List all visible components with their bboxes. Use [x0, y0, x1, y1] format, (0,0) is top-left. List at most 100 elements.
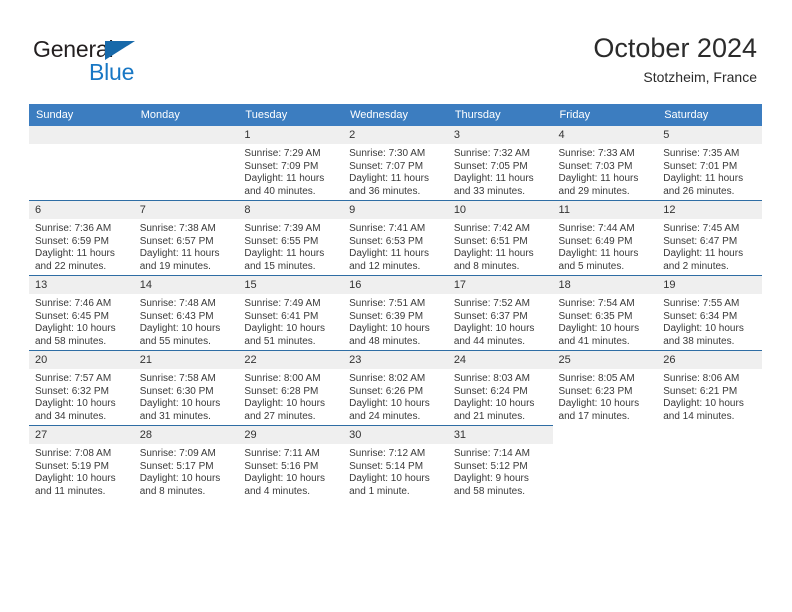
- day-details: Sunrise: 7:52 AM Sunset: 6:37 PM Daylight:…: [448, 294, 553, 348]
- calendar-day-cell[interactable]: 25 Sunrise: 8:05 AM Sunset: 6:23 PM Dayligh…: [552, 350, 658, 426]
- sunset-text: Sunset: 6:28 PM: [244, 385, 319, 397]
- day-details: Sunrise: 7:58 AM Sunset: 6:30 PM Daylight:…: [134, 369, 239, 423]
- day-number: 4: [552, 126, 658, 144]
- calendar-day-cell[interactable]: 15 Sunrise: 7:49 AM Sunset: 6:41 PM Dayligh…: [238, 275, 344, 351]
- calendar-day-cell[interactable]: 1 Sunrise: 7:29 AM Sunset: 7:09 PM Daylight…: [238, 126, 344, 201]
- day-details: Sunrise: 7:39 AM Sunset: 6:55 PM Daylight:…: [238, 219, 343, 273]
- calendar-page: General Blue October 2024 Stotzheim, Fra…: [0, 0, 792, 612]
- day-details: Sunrise: 8:02 AM Sunset: 6:26 PM Daylight:…: [343, 369, 448, 423]
- sunset-text: Sunset: 6:23 PM: [558, 385, 633, 397]
- calendar-day-cell[interactable]: 20 Sunrise: 7:57 AM Sunset: 6:32 PM Dayligh…: [29, 350, 134, 426]
- calendar-day-cell[interactable]: 6 Sunrise: 7:36 AM Sunset: 6:59 PM Daylight…: [29, 200, 134, 276]
- sunset-text: Sunset: 7:03 PM: [558, 160, 633, 172]
- day-details: Sunrise: 7:08 AM Sunset: 5:19 PM Daylight:…: [29, 444, 134, 498]
- sunset-text: Sunset: 5:17 PM: [139, 460, 214, 472]
- calendar-day-cell[interactable]: 22 Sunrise: 8:00 AM Sunset: 6:28 PM Dayligh…: [238, 350, 344, 426]
- sunrise-text: Sunrise: 7:44 AM: [558, 223, 635, 234]
- sunset-text: Sunset: 6:45 PM: [35, 310, 109, 322]
- calendar-day-cell[interactable]: 11 Sunrise: 7:44 AM Sunset: 6:49 PM Dayligh…: [552, 200, 658, 276]
- day-number: 15: [238, 276, 344, 294]
- sunset-text: Sunset: 6:24 PM: [453, 385, 528, 397]
- daylight-text: Daylight: 10 hours and 27 minutes.: [244, 398, 326, 422]
- sunset-text: Sunset: 6:35 PM: [558, 310, 633, 322]
- calendar-day-cell[interactable]: 2 Sunrise: 7:30 AM Sunset: 7:07 PM Daylight…: [343, 126, 448, 201]
- calendar-day-cell[interactable]: 8 Sunrise: 7:39 AM Sunset: 6:55 PM Daylight…: [238, 200, 344, 276]
- day-details: Sunrise: 7:11 AM Sunset: 5:16 PM Daylight:…: [238, 444, 343, 498]
- calendar-week-row: 1 Sunrise: 7:29 AM Sunset: 7:09 PM Daylight…: [29, 126, 762, 201]
- daylight-text: Daylight: 10 hours and 34 minutes.: [35, 398, 116, 422]
- weekday-header-sunday: Sunday: [29, 104, 134, 126]
- sunset-text: Sunset: 6:26 PM: [349, 385, 424, 397]
- calendar-day-cell[interactable]: 3 Sunrise: 7:32 AM Sunset: 7:05 PM Daylight…: [447, 126, 553, 201]
- daylight-text: Daylight: 11 hours and 2 minutes.: [663, 248, 744, 272]
- daylight-text: Daylight: 10 hours and 38 minutes.: [663, 323, 744, 347]
- sunrise-text: Sunrise: 8:06 AM: [663, 373, 740, 384]
- calendar-day-cell[interactable]: 18 Sunrise: 7:54 AM Sunset: 6:35 PM Dayligh…: [552, 275, 658, 351]
- day-number: 23: [343, 351, 448, 369]
- calendar-day-cell[interactable]: 16 Sunrise: 7:51 AM Sunset: 6:39 PM Dayligh…: [343, 275, 448, 351]
- sunrise-text: Sunrise: 7:38 AM: [139, 223, 216, 234]
- daylight-text: Daylight: 10 hours and 44 minutes.: [453, 323, 535, 347]
- daylight-text: Daylight: 11 hours and 12 minutes.: [349, 248, 429, 272]
- day-number: 7: [133, 201, 239, 219]
- day-number: 20: [29, 351, 134, 369]
- daylight-text: Daylight: 11 hours and 15 minutes.: [244, 248, 325, 272]
- weekday-header-wednesday: Wednesday: [343, 104, 448, 126]
- calendar-day-cell[interactable]: 28 Sunrise: 7:09 AM Sunset: 5:17 PM Dayligh…: [133, 425, 239, 500]
- day-number: 25: [552, 351, 658, 369]
- calendar-day-cell[interactable]: 10 Sunrise: 7:42 AM Sunset: 6:51 PM Dayligh…: [447, 200, 553, 276]
- sunrise-text: Sunrise: 7:57 AM: [35, 373, 112, 384]
- sunset-text: Sunset: 6:47 PM: [663, 235, 738, 247]
- calendar-day-cell[interactable]: 23 Sunrise: 8:02 AM Sunset: 6:26 PM Dayligh…: [343, 350, 448, 426]
- day-number: 9: [343, 201, 448, 219]
- day-details: Sunrise: 7:38 AM Sunset: 6:57 PM Daylight:…: [134, 219, 239, 273]
- day-number: 17: [447, 276, 553, 294]
- calendar-day-cell[interactable]: 17 Sunrise: 7:52 AM Sunset: 6:37 PM Dayligh…: [447, 275, 553, 351]
- calendar-cell-empty[interactable]: [29, 126, 134, 201]
- sunrise-text: Sunrise: 7:58 AM: [139, 373, 216, 384]
- day-number: 19: [657, 276, 762, 294]
- calendar-day-cell[interactable]: 31 Sunrise: 7:14 AM Sunset: 5:12 PM Dayligh…: [447, 425, 553, 500]
- day-details: Sunrise: 7:14 AM Sunset: 5:12 PM Daylight:…: [448, 444, 553, 498]
- day-details: Sunrise: 8:03 AM Sunset: 6:24 PM Daylight:…: [448, 369, 553, 423]
- calendar-day-cell[interactable]: 14 Sunrise: 7:48 AM Sunset: 6:43 PM Dayligh…: [133, 275, 239, 351]
- calendar-day-cell[interactable]: 13 Sunrise: 7:46 AM Sunset: 6:45 PM Dayligh…: [29, 275, 134, 351]
- sunset-text: Sunset: 6:43 PM: [139, 310, 214, 322]
- calendar-day-cell[interactable]: 4 Sunrise: 7:33 AM Sunset: 7:03 PM Daylight…: [552, 126, 658, 201]
- general-blue-logo[interactable]: General Blue: [33, 36, 213, 88]
- calendar-day-cell[interactable]: 21 Sunrise: 7:58 AM Sunset: 6:30 PM Dayligh…: [133, 350, 239, 426]
- calendar-day-cell[interactable]: 30 Sunrise: 7:12 AM Sunset: 5:14 PM Dayligh…: [343, 425, 448, 500]
- day-number: 22: [238, 351, 344, 369]
- day-details: Sunrise: 8:05 AM Sunset: 6:23 PM Daylight:…: [553, 369, 658, 423]
- sunset-text: Sunset: 7:05 PM: [453, 160, 528, 172]
- daylight-text: Daylight: 10 hours and 24 minutes.: [349, 398, 430, 422]
- calendar-day-cell[interactable]: 26 Sunrise: 8:06 AM Sunset: 6:21 PM Dayligh…: [657, 350, 762, 426]
- sunrise-text: Sunrise: 8:05 AM: [558, 373, 635, 384]
- sunset-text: Sunset: 6:57 PM: [139, 235, 214, 247]
- day-number: 2: [343, 126, 448, 144]
- daylight-text: Daylight: 11 hours and 5 minutes.: [558, 248, 639, 272]
- calendar-cell-empty[interactable]: [133, 126, 239, 201]
- sunset-text: Sunset: 6:21 PM: [663, 385, 738, 397]
- calendar-day-cell[interactable]: 5 Sunrise: 7:35 AM Sunset: 7:01 PM Daylight…: [657, 126, 762, 201]
- calendar-day-cell[interactable]: 7 Sunrise: 7:38 AM Sunset: 6:57 PM Daylight…: [133, 200, 239, 276]
- daylight-text: Daylight: 10 hours and 31 minutes.: [139, 398, 221, 422]
- calendar-day-cell[interactable]: 12 Sunrise: 7:45 AM Sunset: 6:47 PM Dayligh…: [657, 200, 762, 276]
- day-number: 13: [29, 276, 134, 294]
- calendar-day-cell[interactable]: 24 Sunrise: 8:03 AM Sunset: 6:24 PM Dayligh…: [447, 350, 553, 426]
- calendar-day-cell[interactable]: 27 Sunrise: 7:08 AM Sunset: 5:19 PM Dayligh…: [29, 425, 134, 500]
- sunset-text: Sunset: 7:01 PM: [663, 160, 738, 172]
- day-number: 26: [657, 351, 762, 369]
- day-details: Sunrise: 7:48 AM Sunset: 6:43 PM Daylight:…: [134, 294, 239, 348]
- sunset-text: Sunset: 6:34 PM: [663, 310, 738, 322]
- calendar-day-cell[interactable]: 29 Sunrise: 7:11 AM Sunset: 5:16 PM Dayligh…: [238, 425, 344, 500]
- weekday-header-thursday: Thursday: [447, 104, 553, 126]
- sunrise-text: Sunrise: 7:35 AM: [663, 148, 740, 159]
- day-number: 30: [343, 426, 448, 444]
- calendar-day-cell[interactable]: 19 Sunrise: 7:55 AM Sunset: 6:34 PM Dayligh…: [657, 275, 762, 351]
- logo-triangle-icon: [105, 41, 135, 60]
- daylight-text: Daylight: 10 hours and 58 minutes.: [35, 323, 116, 347]
- day-number: 5: [657, 126, 762, 144]
- weekday-header-monday: Monday: [133, 104, 239, 126]
- calendar-day-cell[interactable]: 9 Sunrise: 7:41 AM Sunset: 6:53 PM Daylight…: [343, 200, 448, 276]
